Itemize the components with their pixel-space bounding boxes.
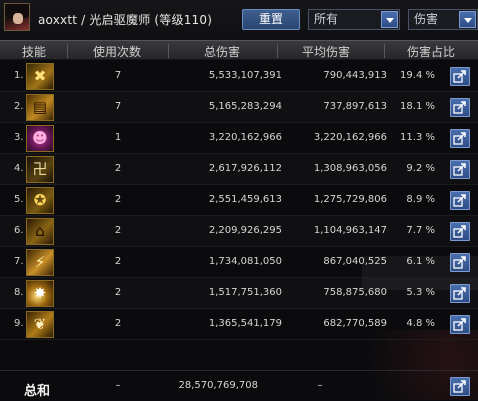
rank-number: 3. [14,132,24,143]
total-uses: – [115,380,121,391]
total-damage-sum: 28,570,769,708 [178,380,258,391]
total-row: 总和 – 28,570,769,708 – [0,370,478,401]
pentagram-skill-icon: ✪ [26,187,54,214]
cross-x-skill-icon: ✖ [26,63,54,90]
window-header: aoxxtt / 光启驱魔师 (等级110) 重置 所有 伤害 [0,0,478,40]
average-damage: 1,275,729,806 [313,194,387,205]
reset-button[interactable]: 重置 [242,9,300,30]
damage-share: 4.8 % [406,318,435,329]
uses-count: 2 [114,318,122,329]
table-row: 3. ☻ 1 3,220,162,966 3,220,162,966 11.3 … [0,123,478,154]
phoenix-skill-icon: ❦ [26,311,54,338]
filter-select-value: 所有 [314,12,339,26]
share-icon[interactable] [450,129,470,148]
table-row: 7. ⚡ 2 1,734,081,050 867,040,525 6.1 % [0,247,478,278]
column-total-damage[interactable]: 总伤害 [204,43,240,60]
rank-number: 8. [14,287,24,298]
rune-glyph-skill-icon: 卍 [26,156,54,183]
damage-share: 7.7 % [406,225,435,236]
damage-share: 19.4 % [400,70,435,81]
table-row: 9. ❦ 2 1,365,541,179 682,770,589 4.8 % [0,309,478,340]
average-damage: 682,770,589 [323,318,387,329]
table-row: 8. ✸ 2 1,517,751,360 758,875,680 5.3 % [0,278,478,309]
share-icon[interactable] [450,315,470,334]
table-row: 1. ✖ 7 5,533,107,391 790,443,913 19.4 % [0,61,478,92]
sort-select[interactable]: 伤害 [408,9,478,30]
flame-slash-skill-icon: ⚡ [26,249,54,276]
character-avatar [4,3,30,31]
rank-number: 4. [14,163,24,174]
share-icon[interactable] [450,160,470,179]
rank-number: 7. [14,256,24,267]
average-damage: 3,220,162,966 [313,132,387,143]
uses-count: 7 [114,101,122,112]
share-icon[interactable] [450,377,470,396]
uses-count: 1 [114,132,122,143]
rank-number: 1. [14,70,24,81]
table-header: 技能 使用次数 总伤害 平均伤害 伤害占比 [0,40,478,60]
column-skill[interactable]: 技能 [22,43,46,60]
average-damage: 737,897,613 [323,101,387,112]
character-label: aoxxtt / 光启驱魔师 (等级110) [38,13,213,27]
damage-share: 18.1 % [400,101,435,112]
column-uses[interactable]: 使用次数 [93,43,141,60]
uses-count: 7 [114,70,122,81]
uses-count: 2 [114,287,122,298]
share-icon[interactable] [450,98,470,117]
average-damage: 1,308,963,056 [313,163,387,174]
column-average-damage[interactable]: 平均伤害 [302,43,350,60]
damage-share: 9.2 % [406,163,435,174]
table-row: 5. ✪ 2 2,551,459,613 1,275,729,806 8.9 % [0,185,478,216]
talisman-scroll-skill-icon: ▤ [26,94,54,121]
average-damage: 758,875,680 [323,287,387,298]
average-damage: 790,443,913 [323,70,387,81]
share-icon[interactable] [450,222,470,241]
share-icon[interactable] [450,284,470,303]
share-icon[interactable] [450,253,470,272]
total-average: – [317,380,323,391]
share-icon[interactable] [450,191,470,210]
sort-select-value: 伤害 [414,12,439,26]
burst-strike-skill-icon: ✸ [26,280,54,307]
filter-select[interactable]: 所有 [308,9,400,30]
rank-number: 5. [14,194,24,205]
rank-number: 2. [14,101,24,112]
table-row: 4. 卍 2 2,617,926,112 1,308,963,056 9.2 % [0,154,478,185]
damage-share: 11.3 % [400,132,435,143]
damage-share: 8.9 % [406,194,435,205]
total-label: 总和 [24,384,51,399]
rank-number: 9. [14,318,24,329]
uses-count: 2 [114,194,122,205]
share-icon[interactable] [450,67,470,86]
damage-share: 5.3 % [406,287,435,298]
chevron-down-icon[interactable] [381,11,398,28]
damage-share: 6.1 % [406,256,435,267]
uses-count: 2 [114,256,122,267]
chevron-down-icon[interactable] [459,11,476,28]
average-damage: 1,104,963,147 [313,225,387,236]
column-damage-share[interactable]: 伤害占比 [407,43,455,60]
rank-number: 6. [14,225,24,236]
average-damage: 867,040,525 [323,256,387,267]
seal-character-skill-icon: ⌂ [26,218,54,245]
uses-count: 2 [114,163,122,174]
table-row: 2. ▤ 7 5,165,283,294 737,897,613 18.1 % [0,92,478,123]
table-row: 6. ⌂ 2 2,209,926,295 1,104,963,147 7.7 % [0,216,478,247]
demon-face-skill-icon: ☻ [26,125,54,152]
uses-count: 2 [114,225,122,236]
